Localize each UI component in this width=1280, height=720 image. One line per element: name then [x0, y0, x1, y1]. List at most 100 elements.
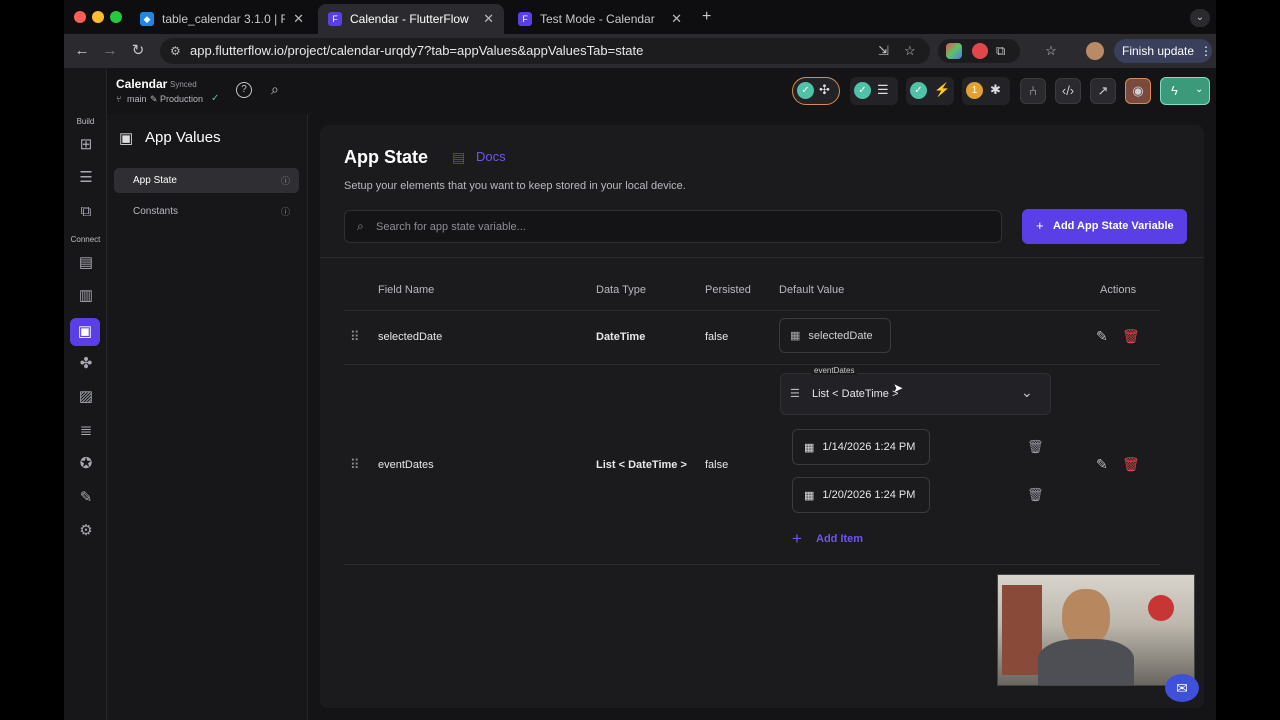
delete-item-trash-icon[interactable]: 🗑: [1027, 487, 1044, 503]
browser-tab[interactable]: F Test Mode - Calendar ✕: [508, 4, 692, 34]
edit-pencil-icon[interactable]: ✎: [1096, 456, 1108, 473]
back-icon[interactable]: ←: [72, 41, 92, 61]
theme-icon[interactable]: ✎: [75, 487, 97, 509]
close-tab-icon[interactable]: ✕: [483, 11, 494, 27]
open-external-icon[interactable]: ↗: [1090, 78, 1116, 104]
info-icon[interactable]: ⓘ: [281, 205, 290, 218]
list-type-dropdown[interactable]: ☰ List < DateTime > ⌄: [780, 373, 1051, 415]
close-tab-icon[interactable]: ✕: [293, 11, 304, 27]
flutter-icon: ◆: [140, 12, 154, 26]
site-info-icon[interactable]: ⚙: [170, 38, 181, 64]
list-item-date-picker[interactable]: ▦ 1/20/2026 1:24 PM: [792, 477, 930, 513]
mouse-cursor-icon: ➤: [893, 381, 904, 395]
app-values-icon: ▣: [119, 130, 134, 147]
app-header: ℱ Calendar Synced ⑂ main ✎ Production ✓ …: [64, 68, 1216, 114]
chat-support-icon[interactable]: ✉: [1165, 674, 1199, 702]
api-calls-icon[interactable]: ✤: [75, 353, 97, 375]
flutterflow-icon: F: [328, 12, 342, 26]
divider: [344, 564, 1160, 565]
bookmark-star-icon[interactable]: ☆: [904, 38, 916, 64]
close-window-dot[interactable]: [74, 11, 86, 23]
table-row: ⠿ eventDates List < DateTime > false eve…: [344, 365, 1160, 565]
issues-count-badge: 1: [966, 82, 983, 99]
finish-update-button[interactable]: Finish update ⋮: [1114, 39, 1212, 63]
app-values-icon[interactable]: ▣: [70, 318, 100, 346]
drag-handle-icon[interactable]: ⠿: [350, 457, 360, 473]
bookmarks-icon[interactable]: ☆: [1042, 42, 1060, 60]
preview-eye-icon[interactable]: ◉: [1125, 78, 1151, 104]
browser-tab[interactable]: ◆ table_calendar 3.1.0 | Flutter ✕: [130, 4, 314, 34]
check-icon: ✓: [211, 93, 220, 104]
custom-code-icon[interactable]: ≣: [75, 420, 97, 442]
ai-agent-button[interactable]: ✓ ✣: [792, 77, 840, 105]
docs-link[interactable]: Docs: [476, 149, 506, 164]
address-bar[interactable]: ⚙ app.flutterflow.io/project/calendar-ur…: [160, 38, 930, 64]
list-item-value: 1/14/2026 1:24 PM: [822, 441, 916, 453]
branch-icon: ⑂: [116, 94, 122, 104]
add-page-icon[interactable]: ⊞: [75, 134, 97, 156]
tab-strip: ◆ table_calendar 3.1.0 | Flutter ✕ F Cal…: [64, 0, 1216, 34]
close-tab-icon[interactable]: ✕: [671, 11, 682, 27]
help-icon[interactable]: ?: [236, 82, 252, 98]
zoom-window-dot[interactable]: [110, 11, 122, 23]
firestore-icon[interactable]: ▤: [75, 252, 97, 274]
issues-button[interactable]: 1 ✱: [962, 77, 1010, 105]
edit-pencil-icon[interactable]: ✎: [1096, 328, 1108, 345]
share-icon[interactable]: ⑃: [1020, 78, 1046, 104]
recorder-extension-icon[interactable]: [972, 43, 988, 59]
info-icon[interactable]: ⓘ: [281, 174, 290, 187]
build-section-label: Build: [76, 117, 95, 126]
drag-handle-icon[interactable]: ⠿: [350, 329, 360, 345]
data-type: List < DateTime >: [596, 459, 687, 471]
docs-icon[interactable]: ▤: [452, 149, 465, 166]
delete-trash-icon[interactable]: 🗑: [1122, 328, 1140, 345]
data-types-icon[interactable]: ▥: [75, 285, 97, 307]
comments-button[interactable]: ✓ ☰: [850, 77, 898, 105]
widget-tree-icon[interactable]: ☰: [75, 167, 97, 189]
chevron-down-icon[interactable]: ⌄: [1190, 9, 1210, 27]
extension-icon[interactable]: [946, 43, 962, 59]
webcam-person-body: [1038, 639, 1134, 685]
panel-item-constants[interactable]: Constants ⓘ: [114, 199, 299, 224]
persisted-value: false: [705, 331, 729, 343]
search-input[interactable]: ⌕ Search for app state variable...: [344, 210, 1002, 243]
storyboard-icon[interactable]: ⧉: [75, 201, 97, 223]
puzzle-icon[interactable]: ⧉: [996, 43, 1005, 59]
add-app-state-variable-button[interactable]: + Add App State Variable: [1022, 209, 1187, 244]
minimize-window-dot[interactable]: [92, 11, 104, 23]
panel-item-label: Constants: [133, 206, 179, 217]
new-tab-icon[interactable]: +: [702, 8, 711, 26]
plus-icon: +: [1036, 218, 1044, 233]
avatar[interactable]: [1086, 42, 1104, 60]
environment-name[interactable]: Production: [160, 94, 203, 104]
page-title: App State: [344, 147, 429, 167]
forward-icon[interactable]: →: [100, 41, 120, 61]
browser-tab-active[interactable]: F Calendar - FlutterFlow ✕: [318, 4, 504, 34]
branch-name[interactable]: main: [127, 94, 147, 104]
sync-status: Synced: [170, 80, 197, 89]
data-type: DateTime: [596, 331, 646, 343]
media-assets-icon[interactable]: ▨: [75, 386, 97, 408]
list-item-date-picker[interactable]: ▦ 1/14/2026 1:24 PM: [792, 429, 930, 465]
add-item-button[interactable]: + Add Item: [790, 529, 900, 551]
delete-trash-icon[interactable]: 🗑: [1122, 456, 1140, 473]
project-name[interactable]: Calendar: [116, 77, 167, 91]
column-header-default-value: Default Value: [779, 284, 845, 296]
flutterflow-icon: F: [518, 12, 532, 26]
default-value-field[interactable]: ▦ selectedDate: [779, 318, 891, 353]
delete-item-trash-icon[interactable]: 🗑: [1027, 439, 1044, 455]
chevron-down-icon: ⌄: [1021, 384, 1033, 400]
team-library-icon[interactable]: ✪: [75, 453, 97, 475]
code-icon[interactable]: ‹/›: [1055, 78, 1081, 104]
settings-gear-icon[interactable]: ⚙: [75, 520, 97, 542]
lightning-icon: ϟ: [1171, 83, 1178, 98]
extensions-group: ⧉: [938, 39, 1020, 63]
run-button[interactable]: ϟ ⌄: [1160, 77, 1210, 105]
reload-icon[interactable]: ↻: [128, 41, 148, 61]
actions-button[interactable]: ✓ ⚡: [906, 77, 954, 105]
more-vert-icon: ⋮: [1200, 44, 1212, 58]
panel-item-app-state[interactable]: App State ⓘ: [114, 168, 299, 193]
search-icon[interactable]: ⌕: [271, 81, 279, 98]
install-icon[interactable]: ⇲: [878, 38, 889, 64]
column-header-field-name: Field Name: [378, 284, 435, 296]
